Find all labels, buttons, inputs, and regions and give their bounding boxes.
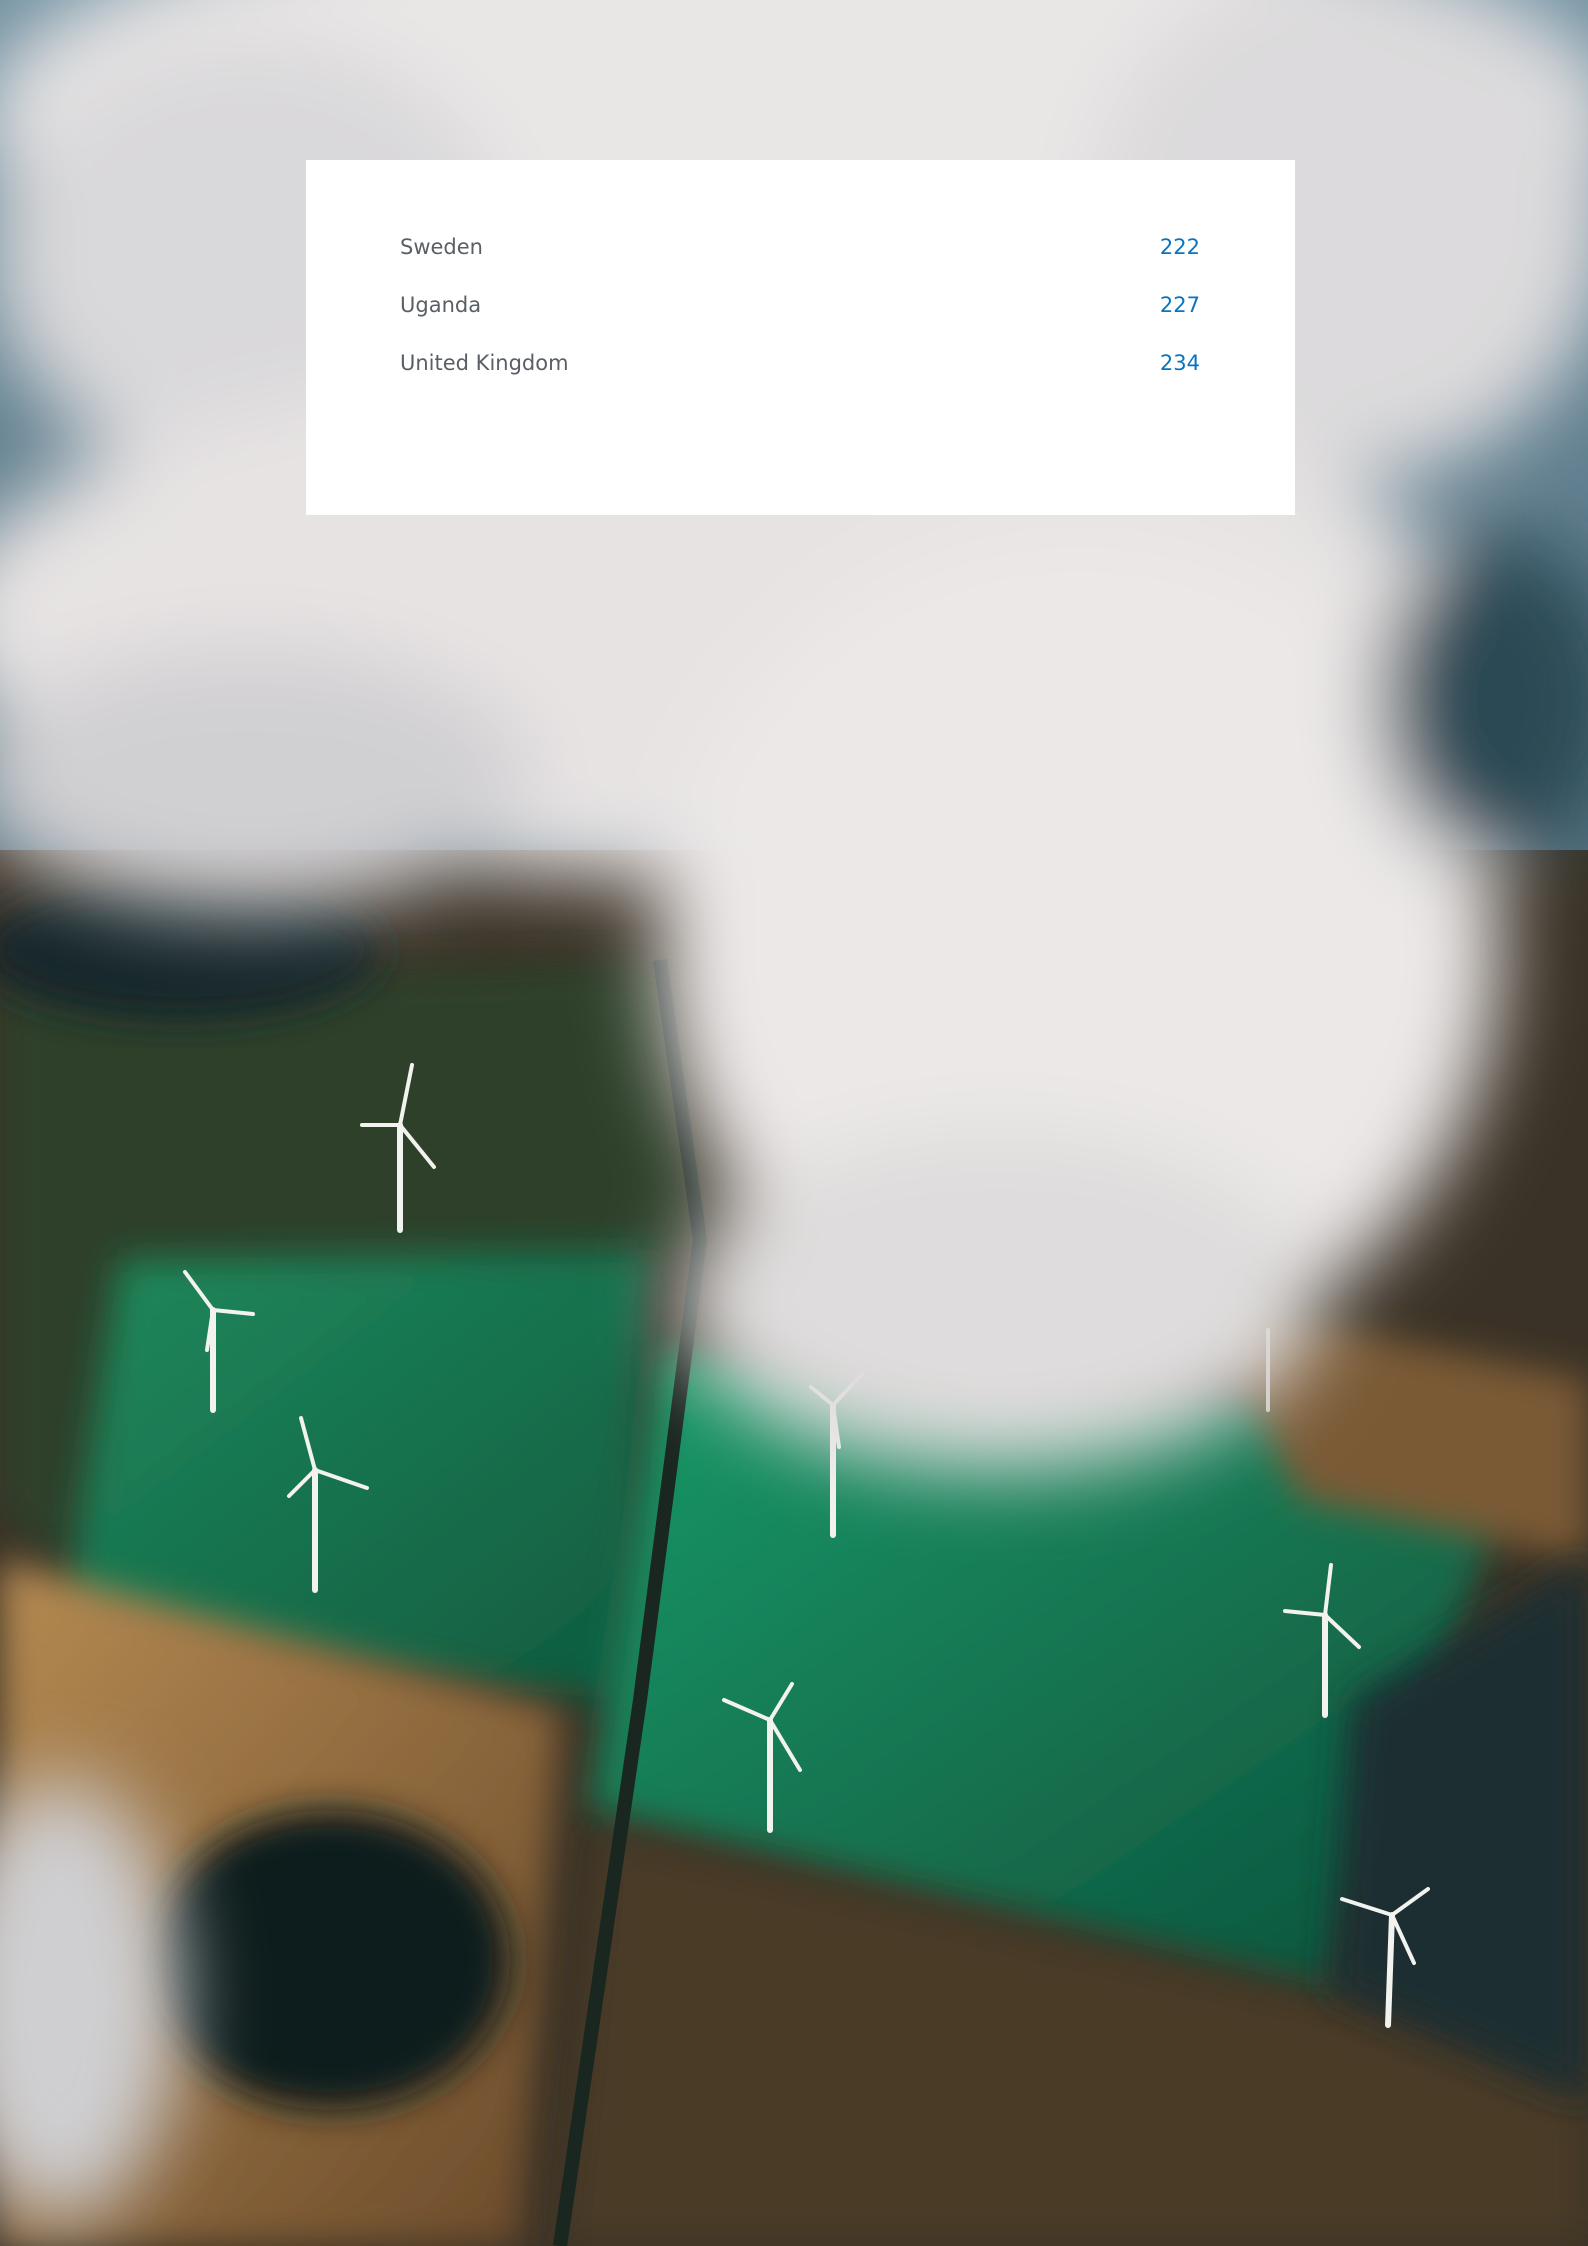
- contents-entry-page-link[interactable]: 234: [1160, 351, 1200, 375]
- contents-entry-sweden[interactable]: Sweden 222: [400, 218, 1200, 276]
- contents-list: Sweden 222 Uganda 227 United Kingdom 234: [400, 218, 1200, 392]
- contents-entry-page-link[interactable]: 222: [1160, 235, 1200, 259]
- contents-entry-name: Sweden: [400, 235, 483, 259]
- contents-panel: Sweden 222 Uganda 227 United Kingdom 234: [306, 160, 1295, 515]
- contents-entry-name: United Kingdom: [400, 351, 569, 375]
- contents-entry-name: Uganda: [400, 293, 482, 317]
- contents-entry-uganda[interactable]: Uganda 227: [400, 276, 1200, 334]
- contents-entry-united-kingdom[interactable]: United Kingdom 234: [400, 334, 1200, 392]
- contents-entry-page-link[interactable]: 227: [1160, 293, 1200, 317]
